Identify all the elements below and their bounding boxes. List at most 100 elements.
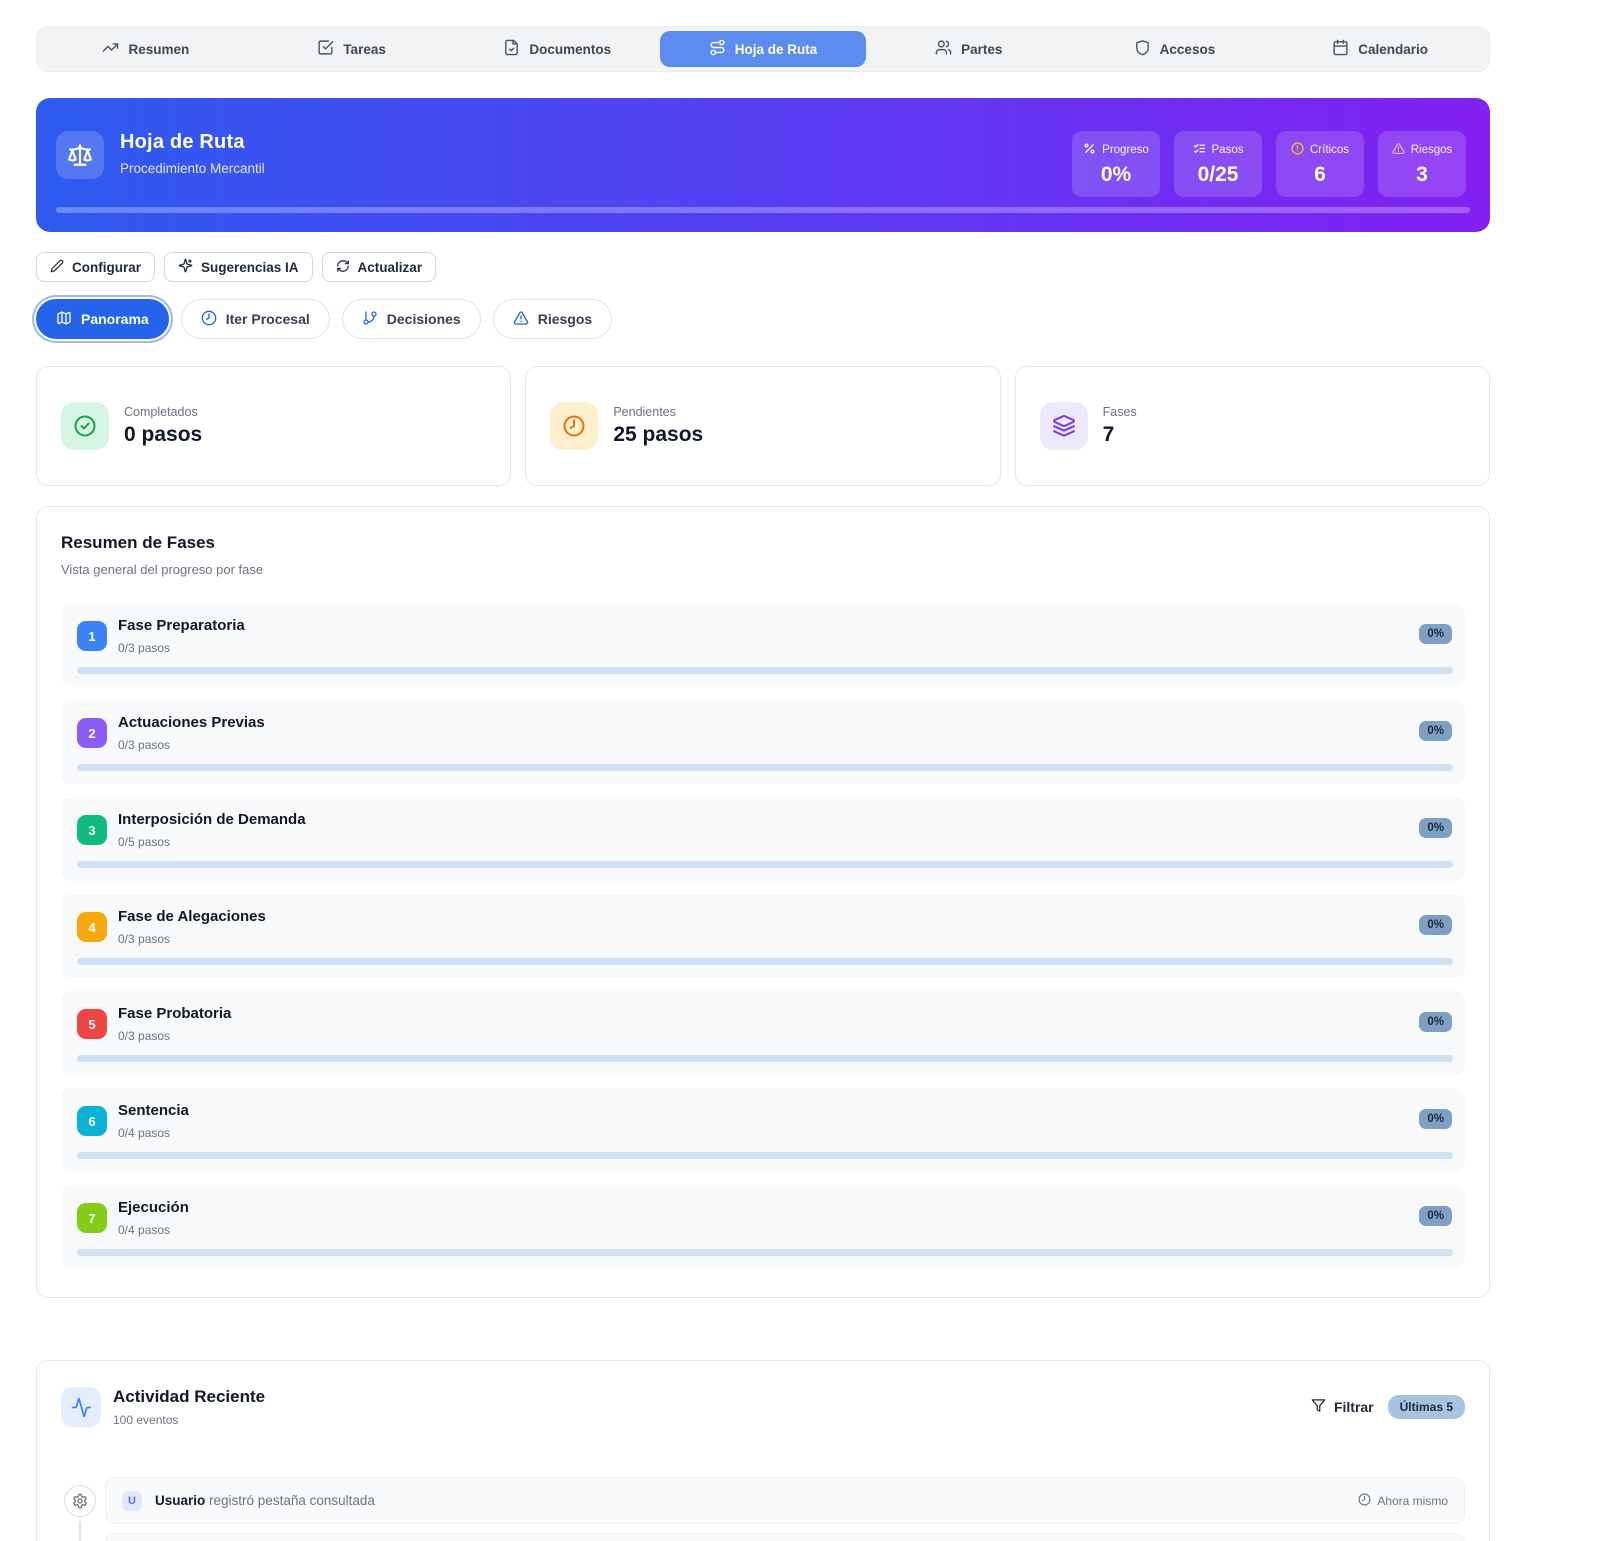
card-label: Pendientes [613,405,703,419]
phase-percent-badge: 0% [1419,721,1452,741]
configure-button[interactable]: Configurar [36,252,155,282]
card-value: 7 [1103,423,1137,447]
sparkles-icon [178,258,193,276]
gear-icon [64,1485,96,1517]
phase-steps: 0/3 pasos [118,738,170,752]
tab-resumen[interactable]: Resumen [43,31,249,67]
phase-percent-badge: 0% [1419,1012,1452,1032]
phase-row-6[interactable]: 6 Sentencia 0/4 pasos 0% [61,1088,1465,1172]
phase-number-badge: 7 [77,1203,107,1233]
activity-icon [61,1387,101,1427]
top-nav: Resumen Tareas Documentos Hoja de Ruta P… [36,26,1490,72]
phase-row-2[interactable]: 2 Actuaciones Previas 0/3 pasos 0% [61,700,1465,784]
tab-partes[interactable]: Partes [866,31,1072,67]
phase-list: 1 Fase Preparatoria 0/3 pasos 0% 2 Actua… [61,603,1465,1269]
tab-label: Resumen [128,42,189,57]
check-circle-icon [61,402,109,450]
tab-accesos[interactable]: Accesos [1072,31,1278,67]
view-tabs: Panorama Iter Procesal Decisiones Riesgo… [36,299,1490,339]
refresh-button[interactable]: Actualizar [322,252,437,282]
list-checks-icon [1193,142,1206,158]
phase-steps: 0/3 pasos [118,641,170,655]
phase-row-5[interactable]: 5 Fase Probatoria 0/3 pasos 0% [61,991,1465,1075]
phase-number-badge: 2 [77,718,107,748]
tab-label: Tareas [343,42,386,57]
tab-decisiones[interactable]: Decisiones [342,299,481,339]
activity-section: Actividad Reciente 100 eventos Filtrar Ú… [36,1360,1490,1541]
map-icon [56,310,72,329]
roadmap-banner: Hoja de Ruta Procedimiento Mercantil Pro… [36,98,1490,232]
stat-value: 3 [1416,163,1428,187]
tab-label: Documentos [529,42,611,57]
funnel-icon [1311,1398,1326,1416]
clock-icon [550,402,598,450]
stat-value: 0/25 [1198,163,1239,187]
tab-label: Partes [961,42,1002,57]
list-item[interactable]: U Usuario registró pestaña consultada Ah… [105,1477,1465,1524]
ai-suggestions-button[interactable]: Sugerencias IA [164,252,313,282]
phase-steps: 0/4 pasos [118,1126,170,1140]
phase-progress-bar [77,1152,1453,1159]
tab-riesgos[interactable]: Riesgos [493,299,612,339]
activity-description: registró pestaña consultada [209,1493,375,1508]
phase-name: Interposición de Demanda [118,811,306,828]
card-completados: Completados 0 pasos [36,366,511,486]
alert-triangle-icon [1392,142,1405,158]
phase-percent-badge: 0% [1419,915,1452,935]
tab-calendario[interactable]: Calendario [1277,31,1483,67]
calendar-icon [1332,39,1349,59]
trending-up-icon [102,39,119,59]
percent-icon [1083,142,1096,158]
action-bar: Configurar Sugerencias IA Actualizar [36,252,1490,282]
alert-circle-icon [1291,142,1304,158]
tab-label: Hoja de Ruta [735,42,818,57]
phase-progress-bar [77,764,1453,771]
tab-hoja-de-ruta[interactable]: Hoja de Ruta [660,31,866,67]
list-item[interactable] [105,1533,1465,1541]
banner-progress-bar [56,207,1470,213]
phase-percent-badge: 0% [1419,1206,1452,1226]
phase-steps: 0/4 pasos [118,1223,170,1237]
tab-documentos[interactable]: Documentos [454,31,660,67]
phase-progress-bar [77,1055,1453,1062]
tab-panorama[interactable]: Panorama [36,299,169,339]
activity-list: U Usuario registró pestaña consultada Ah… [105,1477,1465,1541]
tab-label: Calendario [1358,42,1428,57]
activity-text: Usuario registró pestaña consultada [155,1493,375,1508]
card-label: Fases [1103,405,1137,419]
users-icon [935,39,952,59]
section-title: Actividad Reciente [113,1387,265,1407]
phase-name: Actuaciones Previas [118,714,265,731]
phases-section: Resumen de Fases Vista general del progr… [36,506,1490,1298]
tab-label: Accesos [1160,42,1216,57]
stat-label: Riesgos [1411,144,1453,156]
activity-timestamp: Ahora mismo [1358,1493,1448,1509]
stat-pasos: Pasos 0/25 [1174,131,1262,197]
phase-name: Fase de Alegaciones [118,908,266,925]
phase-row-3[interactable]: 3 Interposición de Demanda 0/5 pasos 0% [61,797,1465,881]
stat-label: Pasos [1212,144,1244,156]
tab-iter-procesal[interactable]: Iter Procesal [181,299,330,339]
layers-icon [1040,402,1088,450]
phase-number-badge: 6 [77,1106,107,1136]
phase-progress-bar [77,861,1453,868]
avatar: U [122,1491,142,1511]
route-icon [709,39,726,59]
phase-percent-badge: 0% [1419,624,1452,644]
phase-percent-badge: 0% [1419,1109,1452,1129]
card-fases: Fases 7 [1015,366,1490,486]
phase-number-badge: 1 [77,621,107,651]
range-badge[interactable]: Últimas 5 [1388,1395,1465,1419]
filter-button[interactable]: Filtrar [1311,1398,1374,1416]
phase-row-4[interactable]: 4 Fase de Alegaciones 0/3 pasos 0% [61,894,1465,978]
phase-row-7[interactable]: 7 Ejecución 0/4 pasos 0% [61,1185,1465,1269]
section-subtitle: Vista general del progreso por fase [61,562,1465,577]
phase-steps: 0/3 pasos [118,932,170,946]
timeline-connector [79,1521,81,1541]
tab-tareas[interactable]: Tareas [249,31,455,67]
scales-icon [56,131,104,179]
pencil-icon [50,259,64,276]
banner-stats: Progreso 0% Pasos 0/25 Críticos 6 [1072,131,1466,197]
phase-progress-bar [77,667,1453,674]
phase-row-1[interactable]: 1 Fase Preparatoria 0/3 pasos 0% [61,603,1465,687]
